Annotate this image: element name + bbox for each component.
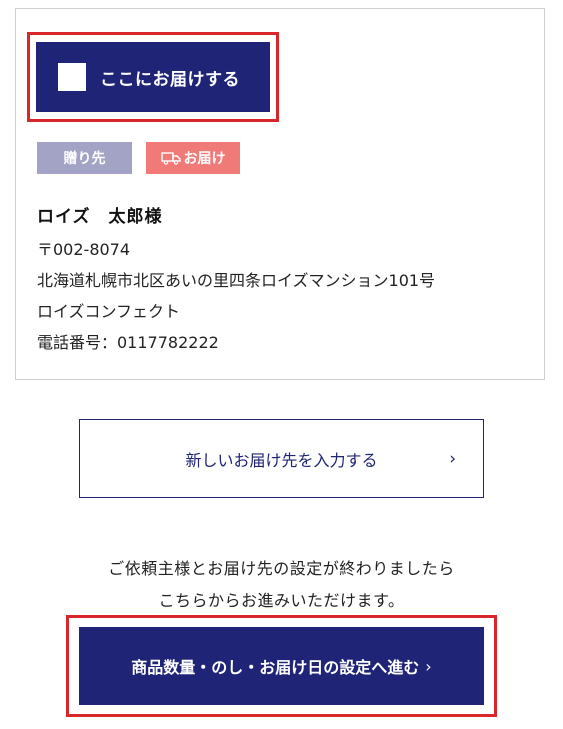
guidance-text-line2: こちらからお進みいただけます。 bbox=[158, 591, 405, 610]
chevron-right-icon: › bbox=[425, 656, 432, 676]
company-name: ロイズコンフェクト bbox=[37, 302, 181, 321]
proceed-highlight: 商品数量・のし・お届け日の設定へ進む › bbox=[66, 615, 497, 717]
gift-badge-label: 贈り先 bbox=[63, 151, 106, 167]
proceed-label: 商品数量・のし・お届け日の設定へ進む bbox=[131, 658, 420, 677]
deliver-here-label: ここにお届けする bbox=[100, 69, 240, 90]
deliver-here-button[interactable]: ここにお届けする bbox=[36, 42, 270, 112]
proceed-button[interactable]: 商品数量・のし・お届け日の設定へ進む › bbox=[79, 627, 484, 705]
recipient-name: ロイズ 太郎様 bbox=[37, 207, 163, 227]
street-address: 北海道札幌市北区あいの里四条ロイズマンション101号 bbox=[37, 271, 436, 290]
deliver-here-checkbox[interactable] bbox=[58, 63, 86, 91]
delivery-badge-label: お届け bbox=[183, 151, 226, 167]
postal-code: 〒002-8074 bbox=[37, 240, 131, 259]
new-address-button[interactable]: 新しいお届け先を入力する › bbox=[79, 419, 484, 498]
gift-recipient-badge: 贈り先 bbox=[37, 142, 132, 174]
phone-number: 電話番号：0117782222 bbox=[37, 333, 219, 352]
guidance-text-line1: ご依頼主様とお届け先の設定が終わりましたら bbox=[108, 559, 455, 578]
new-address-label: 新しいお届け先を入力する bbox=[185, 450, 378, 470]
truck-icon bbox=[160, 152, 181, 165]
delivery-badge: お届け bbox=[146, 142, 240, 174]
deliver-here-highlight: ここにお届けする bbox=[27, 32, 279, 122]
chevron-right-icon: › bbox=[449, 448, 456, 469]
